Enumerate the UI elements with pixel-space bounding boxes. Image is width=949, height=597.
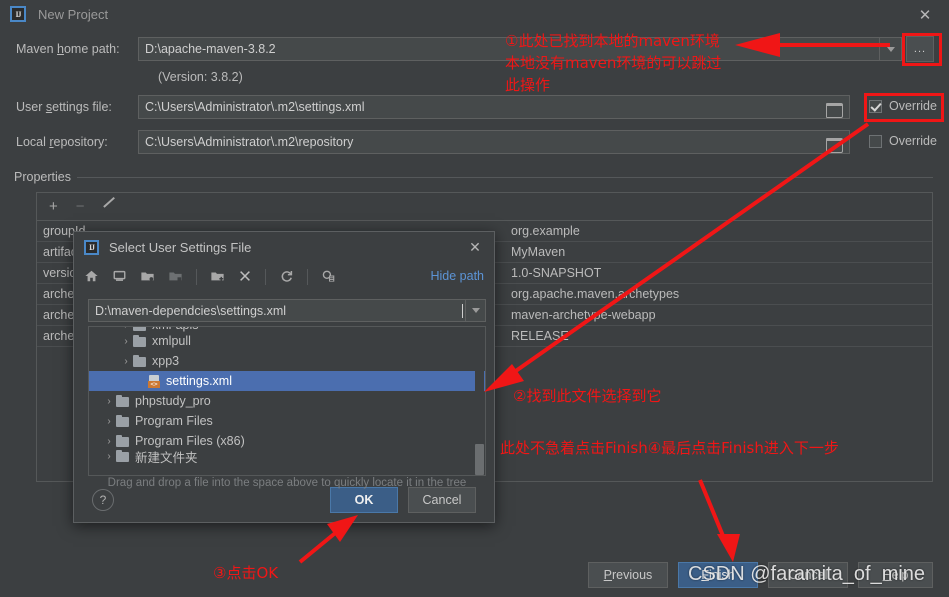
list-item-selected[interactable]: settings.xml bbox=[89, 371, 485, 391]
file-tree[interactable]: › xmi-apis › xmlpull › xpp3 settings.xml… bbox=[88, 326, 486, 476]
previous-button[interactable]: Previous bbox=[588, 562, 668, 588]
property-value: 1.0-SNAPSHOT bbox=[511, 266, 602, 280]
folder-icon bbox=[116, 449, 130, 462]
user-settings-file-input[interactable]: C:\Users\Administrator\.m2\settings.xml bbox=[138, 95, 850, 119]
add-property-icon[interactable]: + bbox=[49, 199, 58, 214]
dialog-cancel-button[interactable]: Cancel bbox=[408, 487, 476, 513]
delete-icon[interactable] bbox=[238, 269, 252, 286]
close-icon[interactable]: ✕ bbox=[915, 5, 935, 25]
local-repository-folder-icon[interactable] bbox=[826, 136, 843, 153]
checkbox-mark-icon bbox=[869, 99, 882, 113]
module-folder-icon bbox=[168, 269, 183, 286]
path-input[interactable]: D:\maven-dependcies\settings.xml bbox=[88, 299, 486, 322]
local-repository-input[interactable]: C:\Users\Administrator\.m2\repository bbox=[138, 130, 850, 154]
toolbar-separator bbox=[265, 269, 266, 285]
folder-icon bbox=[133, 334, 147, 347]
finish-button[interactable]: Finish bbox=[678, 562, 758, 588]
edit-property-icon[interactable] bbox=[103, 200, 117, 214]
window-titlebar: IJ New Project ✕ bbox=[0, 0, 949, 28]
annotation-note4: ③点击OK bbox=[213, 564, 279, 582]
intellij-logo-icon: IJ bbox=[84, 239, 99, 255]
scrollbar-thumb[interactable] bbox=[475, 444, 484, 475]
override-local-repository-label: Override bbox=[889, 134, 937, 148]
property-value: org.apache.maven.archetypes bbox=[511, 287, 680, 301]
xml-file-icon bbox=[147, 374, 161, 388]
desktop-icon[interactable] bbox=[112, 269, 127, 286]
maven-version-note: (Version: 3.8.2) bbox=[158, 70, 243, 84]
override-user-settings-checkbox[interactable]: Override bbox=[869, 99, 937, 113]
intellij-logo-icon: IJ bbox=[10, 6, 26, 22]
help-button[interactable]: Help bbox=[858, 562, 933, 588]
tree-item-label: phpstudy_pro bbox=[135, 394, 211, 408]
user-settings-file-label: User settings file: bbox=[16, 100, 112, 114]
dialog-toolbar: Hide path bbox=[74, 262, 494, 292]
path-history-dropdown-icon[interactable] bbox=[465, 300, 485, 321]
folder-icon bbox=[116, 394, 130, 407]
tree-item-label: settings.xml bbox=[166, 374, 232, 388]
property-value: RELEASE bbox=[511, 329, 569, 343]
folder-icon bbox=[116, 434, 130, 447]
refresh-icon[interactable] bbox=[279, 269, 294, 286]
list-item[interactable]: › phpstudy_pro bbox=[89, 391, 485, 411]
hide-path-link[interactable]: Hide path bbox=[430, 269, 484, 283]
property-value: org.example bbox=[511, 224, 580, 238]
dialog-title: Select User Settings File bbox=[109, 239, 252, 255]
maven-home-path-label: Maven home path: bbox=[16, 42, 120, 56]
tree-item-label: xpp3 bbox=[152, 354, 180, 368]
list-item[interactable]: › Program Files bbox=[89, 411, 485, 431]
chevron-right-icon[interactable]: › bbox=[102, 396, 116, 407]
chevron-right-icon[interactable]: › bbox=[119, 336, 133, 347]
annotation-note1-line3: 此操作 bbox=[505, 76, 551, 94]
maven-home-browse-button[interactable]: ... bbox=[906, 36, 934, 62]
dialog-titlebar: IJ Select User Settings File ✕ bbox=[74, 232, 494, 262]
new-folder-icon[interactable] bbox=[210, 269, 225, 286]
chevron-right-icon[interactable]: › bbox=[102, 416, 116, 427]
tree-item-label: xmi-apis bbox=[152, 327, 199, 332]
override-local-repository-checkbox[interactable]: Override bbox=[869, 134, 937, 148]
maven-home-path-input[interactable]: D:\apache-maven-3.8.2 bbox=[138, 37, 880, 61]
properties-group-title: Properties bbox=[14, 170, 77, 184]
help-icon[interactable]: ? bbox=[92, 489, 114, 511]
drag-drop-hint: Drag and drop a file into the space abov… bbox=[107, 477, 467, 489]
list-item[interactable]: › xpp3 bbox=[89, 351, 485, 371]
properties-group-divider bbox=[76, 177, 933, 178]
path-input-value: D:\maven-dependcies\settings.xml bbox=[95, 303, 287, 318]
tree-item-label: xmlpull bbox=[152, 334, 191, 348]
maven-home-path-dropdown-icon[interactable] bbox=[880, 37, 902, 61]
toolbar-separator bbox=[196, 269, 197, 285]
toolbar-separator bbox=[307, 269, 308, 285]
property-value: MyMaven bbox=[511, 245, 566, 259]
user-settings-folder-icon[interactable] bbox=[826, 101, 843, 118]
checkbox-empty-icon bbox=[869, 134, 882, 148]
properties-toolbar: + − bbox=[37, 193, 932, 221]
override-user-settings-label: Override bbox=[889, 99, 937, 113]
home-icon[interactable] bbox=[84, 269, 99, 286]
chevron-right-icon[interactable]: › bbox=[102, 451, 116, 462]
tree-scrollbar[interactable] bbox=[475, 328, 484, 475]
chevron-right-icon[interactable]: › bbox=[119, 327, 133, 331]
property-value: maven-archetype-webapp bbox=[511, 308, 656, 322]
window-title: New Project bbox=[38, 6, 109, 22]
new-project-maven-wizard: IJ New Project ✕ Maven home path: D:\apa… bbox=[0, 0, 949, 597]
chevron-right-icon[interactable]: › bbox=[102, 436, 116, 447]
list-item[interactable]: › xmlpull bbox=[89, 331, 485, 351]
folder-icon bbox=[133, 327, 147, 331]
text-caret bbox=[462, 303, 463, 318]
folder-icon bbox=[133, 354, 147, 367]
local-repository-label: Local repository: bbox=[16, 135, 108, 149]
folder-icon bbox=[116, 414, 130, 427]
project-folder-icon[interactable] bbox=[140, 269, 155, 286]
list-item[interactable]: › 新建文件夹 bbox=[89, 449, 485, 465]
ok-button[interactable]: OK bbox=[330, 487, 398, 513]
show-hidden-icon[interactable] bbox=[321, 269, 336, 286]
chevron-right-icon[interactable]: › bbox=[119, 356, 133, 367]
cancel-button[interactable]: Cancel bbox=[768, 562, 848, 588]
remove-property-icon[interactable]: − bbox=[76, 199, 85, 214]
close-icon[interactable]: ✕ bbox=[466, 238, 484, 256]
tree-item-label: Program Files bbox=[135, 414, 213, 428]
tree-item-label: 新建文件夹 bbox=[135, 450, 198, 465]
